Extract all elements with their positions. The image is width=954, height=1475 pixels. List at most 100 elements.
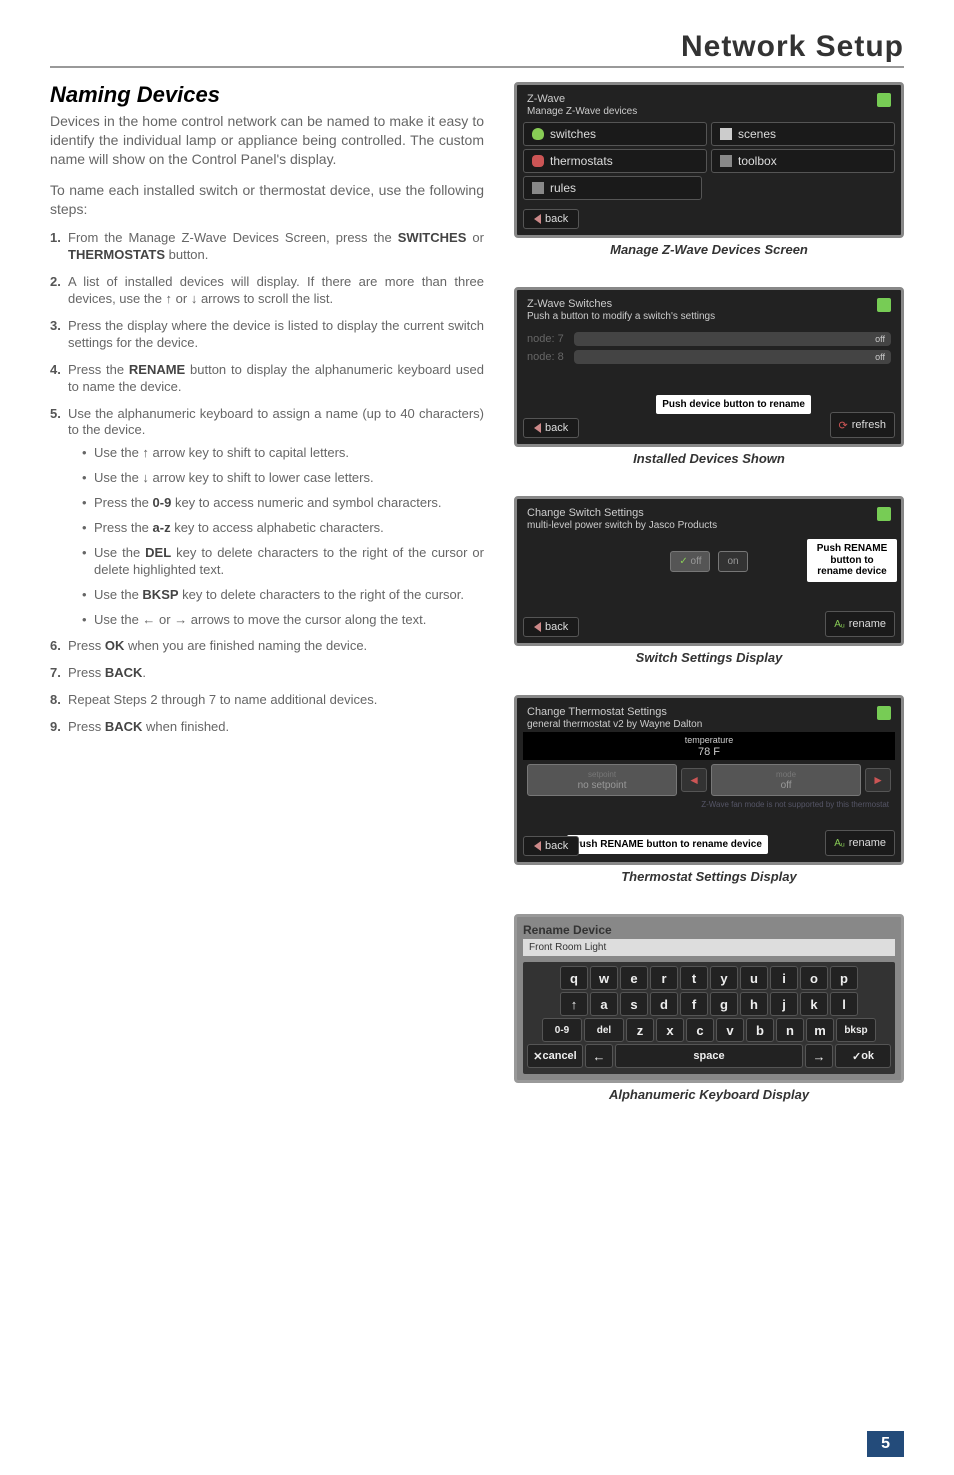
key-r[interactable]: r — [650, 966, 678, 990]
key-v[interactable]: v — [716, 1018, 744, 1042]
device-row-node8[interactable]: node: 8off — [527, 348, 891, 366]
plug-icon — [877, 706, 891, 720]
figure-caption: Manage Z-Wave Devices Screen — [514, 242, 904, 257]
left-arrow-key[interactable]: ← — [585, 1044, 613, 1068]
plug-icon — [877, 93, 891, 107]
keyboard-title: Rename Device — [523, 923, 895, 937]
space-key[interactable]: space — [615, 1044, 803, 1068]
step-2: 2.A list of installed devices will displ… — [68, 274, 484, 308]
key-c[interactable]: c — [686, 1018, 714, 1042]
cancel-key[interactable]: ✕ cancel — [527, 1044, 583, 1068]
refresh-button[interactable]: ⟳refresh — [830, 412, 895, 438]
back-button[interactable]: back — [523, 418, 579, 438]
off-button[interactable]: ✓ off — [670, 551, 710, 572]
intro-paragraph-2: To name each installed switch or thermos… — [50, 181, 484, 219]
back-arrow-icon — [534, 214, 541, 224]
key-u[interactable]: u — [740, 966, 768, 990]
figure-caption: Thermostat Settings Display — [514, 869, 904, 884]
step-7: 7.Press BACK. — [68, 665, 484, 682]
step-4: 4.Press the RENAME button to display the… — [68, 362, 484, 396]
figure-caption: Installed Devices Shown — [514, 451, 904, 466]
step-8: 8.Repeat Steps 2 through 7 to name addit… — [68, 692, 484, 709]
temperature-display: temperature78 F — [523, 732, 895, 760]
arrow-left-button[interactable]: ◄ — [681, 768, 707, 792]
bulb-icon — [532, 128, 544, 140]
mode-box[interactable]: modeoff — [711, 764, 861, 796]
page-number: 5 — [867, 1431, 904, 1457]
step-5: 5.Use the alphanumeric keyboard to assig… — [68, 406, 484, 629]
key-g[interactable]: g — [710, 992, 738, 1016]
shift-up-key[interactable]: ↑ — [560, 992, 588, 1016]
substep-3: Press the 0-9 key to access numeric and … — [82, 495, 484, 512]
key-b[interactable]: b — [746, 1018, 774, 1042]
step-6: 6.Press OK when you are finished naming … — [68, 638, 484, 655]
key-q[interactable]: q — [560, 966, 588, 990]
key-f[interactable]: f — [680, 992, 708, 1016]
plug-icon — [877, 298, 891, 312]
del-key[interactable]: del — [584, 1018, 624, 1042]
numeric-key[interactable]: 0-9 — [542, 1018, 582, 1042]
key-p[interactable]: p — [830, 966, 858, 990]
key-t[interactable]: t — [680, 966, 708, 990]
key-n[interactable]: n — [776, 1018, 804, 1042]
figure-caption: Alphanumeric Keyboard Display — [514, 1087, 904, 1102]
thermometer-icon — [532, 155, 544, 167]
device-row-node7[interactable]: node: 7off — [527, 330, 891, 348]
rename-button[interactable]: Aᵤrename — [825, 830, 895, 856]
rename-input[interactable]: Front Room Light — [523, 939, 895, 956]
figure-caption: Switch Settings Display — [514, 650, 904, 665]
fan-message: Z-Wave fan mode is not supported by this… — [523, 800, 895, 809]
key-z[interactable]: z — [626, 1018, 654, 1042]
bksp-key[interactable]: bksp — [836, 1018, 876, 1042]
key-l[interactable]: l — [830, 992, 858, 1016]
key-h[interactable]: h — [740, 992, 768, 1016]
callout-push-rename: Push RENAME button to rename device — [807, 539, 897, 582]
section-heading: Naming Devices — [50, 82, 484, 108]
key-s[interactable]: s — [620, 992, 648, 1016]
key-e[interactable]: e — [620, 966, 648, 990]
back-arrow-icon — [534, 622, 541, 632]
back-arrow-icon — [534, 423, 541, 433]
key-a[interactable]: a — [590, 992, 618, 1016]
rules-button[interactable]: rules — [523, 176, 702, 200]
back-arrow-icon — [534, 841, 541, 851]
back-button[interactable]: back — [523, 836, 579, 856]
key-i[interactable]: i — [770, 966, 798, 990]
thermostats-button[interactable]: thermostats — [523, 149, 707, 173]
step-1: 1.From the Manage Z-Wave Devices Screen,… — [68, 230, 484, 264]
substep-6: Use the BKSP key to delete characters to… — [82, 587, 484, 604]
right-arrow-key[interactable]: → — [805, 1044, 833, 1068]
key-m[interactable]: m — [806, 1018, 834, 1042]
key-j[interactable]: j — [770, 992, 798, 1016]
key-k[interactable]: k — [800, 992, 828, 1016]
setpoint-box[interactable]: setpointno setpoint — [527, 764, 677, 796]
page-title: Network Setup — [50, 30, 904, 68]
substep-7: Use the ← or → arrows to move the cursor… — [82, 612, 484, 629]
substep-1: Use the ↑ arrow key to shift to capital … — [82, 445, 484, 462]
figure-installed-devices: Z-Wave SwitchesPush a button to modify a… — [514, 287, 904, 466]
substep-4: Press the a-z key to access alphabetic c… — [82, 520, 484, 537]
plug-icon — [877, 507, 891, 521]
ok-key[interactable]: ✓ ok — [835, 1044, 891, 1068]
substep-2: Use the ↓ arrow key to shift to lower ca… — [82, 470, 484, 487]
toolbox-button[interactable]: toolbox — [711, 149, 895, 173]
wrench-icon — [720, 155, 732, 167]
back-button[interactable]: back — [523, 209, 579, 229]
key-x[interactable]: x — [656, 1018, 684, 1042]
back-button[interactable]: back — [523, 617, 579, 637]
key-d[interactable]: d — [650, 992, 678, 1016]
scenes-button[interactable]: scenes — [711, 122, 895, 146]
intro-paragraph-1: Devices in the home control network can … — [50, 112, 484, 169]
switches-button[interactable]: switches — [523, 122, 707, 146]
step-3: 3.Press the display where the device is … — [68, 318, 484, 352]
arrow-right-button[interactable]: ► — [865, 768, 891, 792]
rules-icon — [532, 182, 544, 194]
key-y[interactable]: y — [710, 966, 738, 990]
key-w[interactable]: w — [590, 966, 618, 990]
substep-5: Use the DEL key to delete characters to … — [82, 545, 484, 579]
on-button[interactable]: on — [718, 551, 747, 572]
figure-switch-settings: Change Switch Settingsmulti-level power … — [514, 496, 904, 665]
rename-button[interactable]: Aᵤrename — [825, 611, 895, 637]
step-9: 9.Press BACK when finished. — [68, 719, 484, 736]
key-o[interactable]: o — [800, 966, 828, 990]
